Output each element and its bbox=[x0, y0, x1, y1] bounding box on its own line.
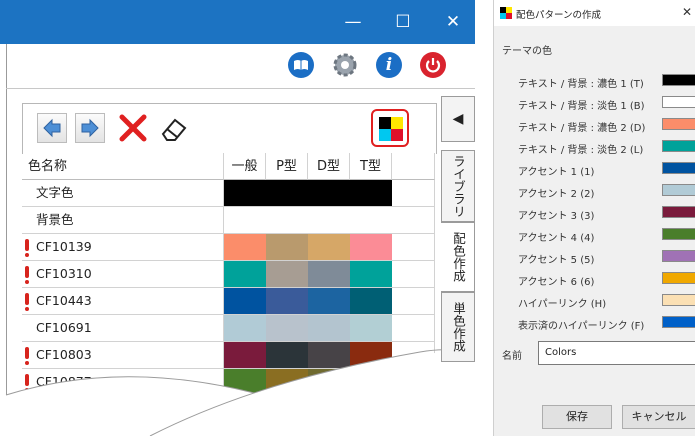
theme-color-swatch[interactable] bbox=[662, 206, 695, 218]
dialog-titlebar: 配色パターンの作成 ✕ bbox=[494, 0, 695, 26]
theme-color-swatch[interactable] bbox=[662, 140, 695, 152]
page-curl bbox=[5, 349, 475, 436]
create-pattern-dialog: 配色パターンの作成 ✕ テーマの色 テキスト / 背景 : 濃色 1 (T) テキ… bbox=[493, 0, 695, 436]
theme-color-swatch[interactable] bbox=[662, 294, 695, 306]
theme-color-label: テキスト / 背景 : 淡色 1 (B) bbox=[518, 101, 645, 112]
theme-color-swatch[interactable] bbox=[662, 250, 695, 262]
tab-library[interactable]: ライブラリ bbox=[441, 150, 475, 222]
palette-icon bbox=[500, 7, 512, 19]
theme-color-label: テキスト / 背景 : 濃色 2 (D) bbox=[518, 123, 646, 134]
theme-color-label: アクセント 5 (5) bbox=[518, 255, 595, 266]
theme-color-swatch[interactable] bbox=[662, 272, 695, 284]
tab-single-color[interactable]: 単色作成 bbox=[441, 292, 475, 362]
color-app-window: — ☐ ✕ i 色名称 一般 P型 D型 T型 文字色 背景色 CF10139 … bbox=[0, 0, 476, 436]
theme-color-label: アクセント 4 (4) bbox=[518, 233, 595, 244]
theme-color-label: ハイパーリンク (H) bbox=[518, 299, 607, 310]
theme-color-label: テキスト / 背景 : 淡色 2 (L) bbox=[518, 145, 644, 156]
theme-color-label: アクセント 1 (1) bbox=[518, 167, 595, 178]
theme-color-swatch[interactable] bbox=[662, 118, 695, 130]
tab-color-make[interactable]: 配色作成 bbox=[441, 222, 475, 292]
cancel-button[interactable]: キャンセル bbox=[622, 405, 695, 429]
theme-color-label: アクセント 2 (2) bbox=[518, 189, 595, 200]
theme-color-label: 表示済のハイパーリンク (F) bbox=[518, 321, 645, 332]
theme-color-label: アクセント 6 (6) bbox=[518, 277, 595, 288]
name-label: 名前 bbox=[502, 351, 522, 362]
name-input[interactable]: Colors bbox=[538, 341, 695, 365]
theme-color-swatch[interactable] bbox=[662, 96, 695, 108]
theme-color-swatch[interactable] bbox=[662, 184, 695, 196]
dialog-close-button[interactable]: ✕ bbox=[682, 5, 692, 19]
theme-colors-heading: テーマの色 bbox=[502, 46, 552, 57]
theme-color-swatch[interactable] bbox=[662, 228, 695, 240]
theme-color-swatch[interactable] bbox=[662, 74, 695, 86]
theme-color-label: アクセント 3 (3) bbox=[518, 211, 595, 222]
theme-color-swatch[interactable] bbox=[662, 162, 695, 174]
save-button[interactable]: 保存 bbox=[542, 405, 612, 429]
theme-color-label: テキスト / 背景 : 濃色 1 (T) bbox=[518, 79, 644, 90]
collapse-panel-button[interactable]: ◀ bbox=[441, 96, 475, 142]
theme-color-swatch[interactable] bbox=[662, 316, 695, 328]
dialog-title: 配色パターンの作成 bbox=[516, 10, 602, 21]
